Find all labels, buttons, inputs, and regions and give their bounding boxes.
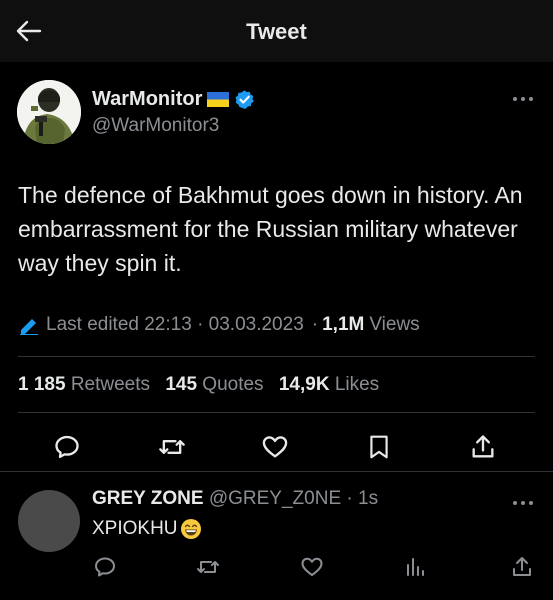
share-icon: [513, 557, 531, 576]
share-icon: [472, 435, 494, 458]
divider: [18, 356, 535, 357]
likes-count[interactable]: 14,9K: [279, 374, 330, 395]
quotes-label[interactable]: Quotes: [202, 374, 263, 395]
reply-retweet-button[interactable]: [195, 554, 221, 580]
bookmark-icon: [370, 435, 388, 459]
reply-display-name[interactable]: GREY ZONE: [92, 488, 204, 509]
reply-share-button[interactable]: [509, 554, 535, 580]
reply-analytics-button[interactable]: [402, 554, 428, 580]
tweet-more-button[interactable]: [511, 92, 535, 104]
grinning-face-emoji: [180, 519, 201, 539]
more-horizontal-icon: [513, 501, 533, 505]
heart-icon: [301, 557, 323, 576]
tweet-text: The defence of Bakhmut goes down in hist…: [18, 182, 523, 276]
retweet-button[interactable]: [157, 432, 187, 462]
reply-header: GREY ZONE @GREY_Z0NE · 1s: [92, 488, 378, 510]
share-button[interactable]: [468, 432, 498, 462]
retweet-icon: [197, 561, 219, 573]
verified-badge-icon: [235, 90, 255, 109]
retweets-label[interactable]: Retweets: [71, 374, 150, 395]
pencil-icon: [20, 319, 38, 335]
reply-text-row: XPIOKHU: [92, 518, 202, 540]
reply-time[interactable]: · 1s: [346, 488, 378, 509]
reply-reply-button[interactable]: [92, 554, 118, 580]
reply-button[interactable]: [52, 432, 82, 462]
author-avatar[interactable]: [17, 80, 81, 144]
author-display-name[interactable]: WarMonitor: [92, 88, 202, 111]
reply-like-button[interactable]: [299, 554, 325, 580]
reply-handle[interactable]: @GREY_Z0NE: [209, 488, 341, 509]
reply-avatar[interactable]: [18, 490, 80, 552]
tweet-actions: [0, 424, 553, 470]
more-horizontal-icon: [513, 97, 533, 101]
analytics-icon: [407, 558, 424, 576]
retweets-count[interactable]: 1 185: [18, 374, 66, 395]
reply-text: XPIOKHU: [92, 518, 178, 539]
top-bar: Tweet: [0, 0, 553, 62]
tweet-meta: Last edited 22:13 · 03.03.2023 · 1,1M Vi…: [18, 314, 420, 336]
author-handle[interactable]: @WarMonitor3: [92, 115, 219, 137]
heart-icon: [262, 436, 288, 458]
edited-label[interactable]: Last edited 22:13 · 03.03.2023: [46, 314, 304, 336]
page-title: Tweet: [246, 19, 307, 44]
quotes-count[interactable]: 145: [165, 374, 197, 395]
reply-tweet[interactable]: GREY ZONE @GREY_Z0NE · 1s XPIOKHU: [0, 472, 553, 600]
views-count: 1,1M: [322, 314, 365, 335]
likes-label[interactable]: Likes: [335, 374, 379, 395]
reply-icon: [95, 557, 115, 577]
reply-more-button[interactable]: [511, 496, 535, 508]
divider: [18, 412, 535, 413]
retweet-icon: [159, 440, 185, 454]
reply-icon: [55, 435, 79, 459]
like-button[interactable]: [260, 432, 290, 462]
views-label: Views: [369, 314, 420, 335]
meta-separator: ·: [311, 314, 319, 335]
tweet-stats: 1 185 Retweets 145 Quotes 14,9K Likes: [18, 374, 389, 396]
bookmark-button[interactable]: [364, 432, 394, 462]
ukraine-flag-icon: [207, 92, 230, 107]
